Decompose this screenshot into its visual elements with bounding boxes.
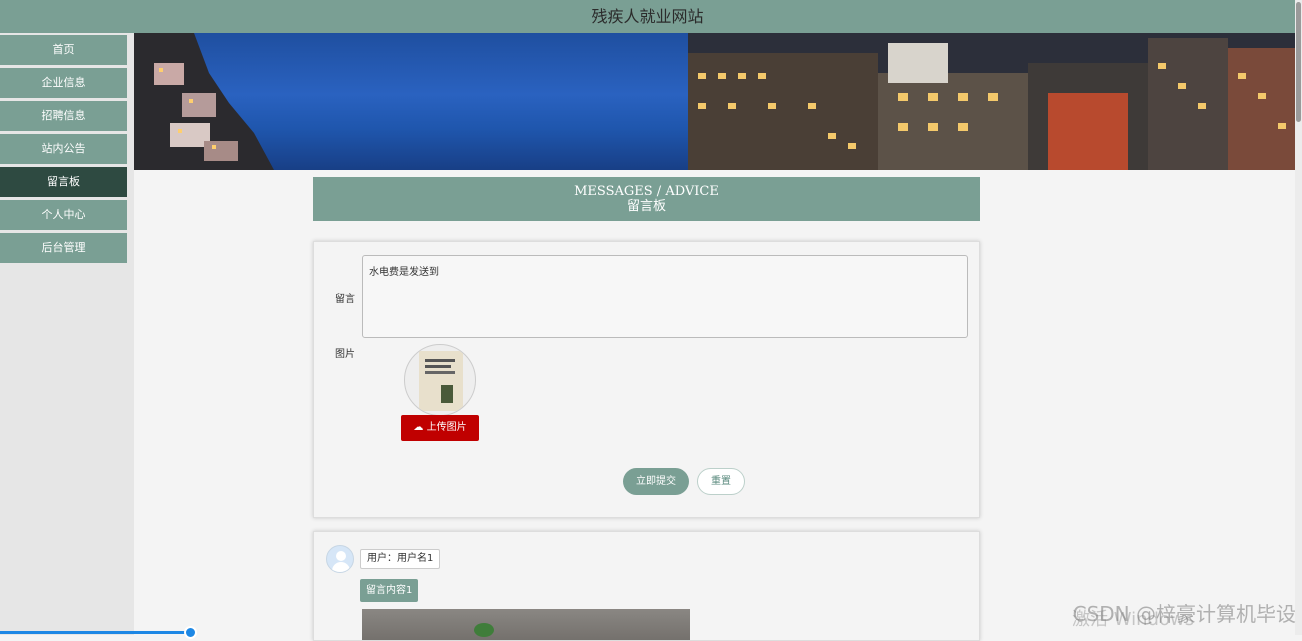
section-title-cn: 留言板 — [626, 199, 666, 214]
upload-image-button[interactable]: ☁ 上传图片 — [401, 415, 479, 441]
banner-sea-scene — [134, 33, 688, 170]
message-list-item: 用户：用户名1 留言内容1 — [313, 531, 980, 641]
page-scrollbar[interactable] — [1295, 0, 1302, 635]
reset-button[interactable]: 重置 — [697, 468, 745, 495]
cliff-village-illustration — [134, 33, 274, 170]
csdn-watermark: CSDN @梓豪计算机毕设 — [1072, 602, 1296, 626]
nav-item-message-board[interactable]: 留言板 — [0, 167, 127, 197]
message-form: 留言 水电费是发送到 图片 ☁ 上传图片 立即提交 重置 — [313, 241, 980, 518]
progress-handle[interactable] — [184, 626, 197, 639]
page-progress-bar — [0, 631, 190, 634]
banner-city-scene — [688, 33, 1295, 170]
uploaded-image-preview — [404, 344, 476, 416]
message-label: 留言 — [335, 294, 355, 305]
nav-item-recruitment[interactable]: 招聘信息 — [0, 101, 127, 131]
message-image — [362, 609, 690, 640]
message-content: 留言内容1 — [360, 579, 419, 602]
section-header: MESSAGES / ADVICE 留言板 — [313, 177, 980, 221]
nav-item-company-info[interactable]: 企业信息 — [0, 68, 127, 98]
message-textarea[interactable]: 水电费是发送到 — [362, 255, 968, 338]
sidebar: 首页 企业信息 招聘信息 站内公告 留言板 个人中心 后台管理 — [0, 33, 134, 635]
image-label: 图片 — [335, 349, 355, 360]
nav-item-announcements[interactable]: 站内公告 — [0, 134, 127, 164]
nav-item-personal-center[interactable]: 个人中心 — [0, 200, 127, 230]
book-cover-thumbnail — [419, 351, 463, 411]
scrollbar-thumb[interactable] — [1296, 2, 1301, 122]
user-avatar — [326, 545, 354, 573]
banner-image — [134, 33, 1295, 170]
nav-item-admin[interactable]: 后台管理 — [0, 233, 127, 263]
submit-button[interactable]: 立即提交 — [623, 468, 689, 495]
cloud-upload-icon: ☁ — [413, 422, 427, 433]
nav-item-home[interactable]: 首页 — [0, 35, 127, 65]
message-user-name: 用户：用户名1 — [360, 549, 441, 569]
site-header: 残疾人就业网站 — [0, 0, 1295, 33]
site-title: 残疾人就业网站 — [591, 7, 704, 26]
upload-image-label: 上传图片 — [426, 422, 467, 433]
city-night-illustration — [688, 33, 1295, 170]
section-title-en: MESSAGES / ADVICE — [574, 184, 719, 199]
